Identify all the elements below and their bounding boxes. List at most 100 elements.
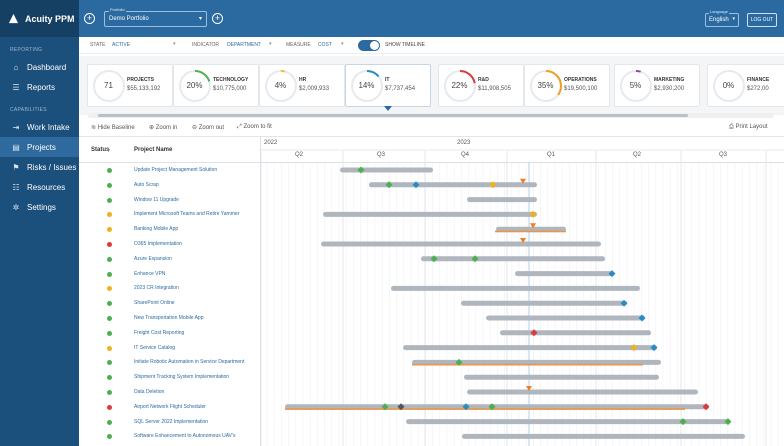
- sidebar-item-dashboard[interactable]: ⌂ Dashboard: [0, 57, 79, 77]
- portfolio-label: Portfolio: [109, 7, 126, 12]
- project-name-link[interactable]: Data Deletion: [134, 389, 164, 395]
- add-portfolio-button[interactable]: +: [84, 13, 95, 24]
- kpi-percent: 14%: [358, 81, 375, 90]
- quarter-label: Q1: [546, 152, 556, 158]
- state-select[interactable]: ACTIVE: [112, 42, 130, 48]
- project-name-link[interactable]: Shipment Tracking System Implementation: [134, 374, 229, 380]
- gantt-bar[interactable]: [369, 182, 537, 188]
- fit-icon: ⤢: [237, 124, 242, 130]
- gantt-bar[interactable]: [467, 389, 698, 395]
- gantt-bar[interactable]: [323, 211, 537, 217]
- project-name-link[interactable]: Azure Expansion: [134, 256, 172, 262]
- baseline-bar: [285, 408, 685, 410]
- indicator-select[interactable]: DEPARTMENT: [227, 42, 261, 48]
- measure-label: MEASURE: [286, 42, 311, 48]
- sidebar-item-settings[interactable]: ✲ Settings: [0, 197, 79, 217]
- new-item-button[interactable]: +: [212, 13, 223, 24]
- gantt-bar[interactable]: [500, 330, 651, 336]
- kpi-card-technology[interactable]: 20% TECHNOLOGY $10,775,000: [173, 64, 259, 107]
- gantt-bar[interactable]: [340, 167, 433, 173]
- quarter-label: Q4: [460, 152, 470, 158]
- gantt-bar[interactable]: [486, 315, 645, 321]
- project-name-link[interactable]: Freight Cost Reporting: [134, 330, 184, 336]
- status-dot: [107, 330, 112, 336]
- risks-icon: ⚑: [12, 162, 20, 172]
- hide-baseline-button[interactable]: ≋ Hide Baseline: [91, 124, 135, 131]
- gantt-bar[interactable]: [403, 345, 657, 351]
- zoom-out-button[interactable]: ⊖ Zoom out: [192, 124, 224, 131]
- project-name-link[interactable]: New Transportation Mobile App: [134, 315, 203, 321]
- portfolio-select[interactable]: Portfolio Demo Portfolio ▾: [104, 7, 207, 27]
- gantt-bar[interactable]: [464, 374, 659, 380]
- chevron-down-icon: ▾: [173, 41, 176, 47]
- kpi-name: PROJECTS: [127, 77, 154, 83]
- language-select[interactable]: Language English ▾: [705, 9, 739, 27]
- app-name: Acuity PPM: [25, 13, 75, 24]
- project-name-link[interactable]: Airport Network Flight Scheduler: [134, 404, 206, 410]
- year-label: 2022: [264, 140, 278, 146]
- indicator-label: INDICATOR: [192, 42, 220, 48]
- sidebar-item-work-intake[interactable]: ⇥ Work Intake: [0, 117, 79, 137]
- kpi-card-hr[interactable]: 4% HR $2,009,933: [259, 64, 345, 107]
- language-label: Language: [709, 9, 729, 14]
- print-layout-button[interactable]: ⎙ Print Layout: [729, 124, 768, 131]
- gantt-bar[interactable]: [462, 433, 745, 439]
- project-name-link[interactable]: Banking Mobile App: [134, 226, 178, 232]
- kpi-card-marketing[interactable]: 5% MARKETING $2,930,200: [614, 64, 700, 107]
- filter-bar: STATE ACTIVE ▾ INDICATOR DEPARTMENT ▾ ME…: [79, 37, 784, 54]
- kpi-percent: 71: [104, 81, 113, 90]
- gantt-bar[interactable]: [461, 300, 627, 306]
- status-dot: [107, 360, 112, 366]
- sidebar-item-risks-issues[interactable]: ⚑ Risks / Issues: [0, 157, 79, 177]
- logout-button[interactable]: LOG OUT: [747, 13, 777, 27]
- project-name-link[interactable]: 2023 CR Integration: [134, 285, 179, 291]
- project-name-link[interactable]: SharePoint Online: [134, 300, 175, 306]
- kpi-amount: $10,775,000: [213, 86, 247, 92]
- kpi-card-operations[interactable]: 35% OPERATIONS $19,500,100: [524, 64, 610, 107]
- print-icon: ⎙: [729, 124, 734, 130]
- gantt-bar[interactable]: [515, 271, 613, 277]
- kpi-card-it[interactable]: 14% IT $7,737,454: [345, 64, 431, 111]
- intake-icon: ⇥: [12, 122, 20, 132]
- sidebar-item-resources[interactable]: ☷ Resources: [0, 177, 79, 197]
- resources-icon: ☷: [12, 182, 20, 192]
- project-name-link[interactable]: SQL Server 2022 Implementation: [134, 419, 208, 425]
- kpi-name: TECHNOLOGY: [213, 77, 249, 83]
- measure-select[interactable]: COST: [318, 42, 332, 48]
- gantt-bar[interactable]: [467, 197, 537, 203]
- sidebar-item-projects[interactable]: ▤ Projects: [0, 137, 79, 157]
- kpi-card-projects[interactable]: 71 PROJECTS $55,133,192: [87, 64, 173, 107]
- gantt-bar[interactable]: [321, 241, 601, 247]
- brand[interactable]: Acuity PPM: [0, 0, 79, 37]
- kpi-name: FINANCE: [747, 77, 770, 83]
- project-name-link[interactable]: Window 11 Upgrade: [134, 197, 179, 203]
- kpi-amount: $2,009,933: [299, 86, 330, 92]
- show-timeline-label: SHOW TIMELINE: [385, 42, 425, 48]
- kpi-card-finance[interactable]: 0% FINANCE $272,00: [707, 64, 784, 107]
- gantt-bar[interactable]: [391, 285, 640, 291]
- kpi-scrollbar[interactable]: [88, 113, 774, 118]
- kpi-name: HR: [299, 77, 307, 83]
- gantt-bar[interactable]: [421, 256, 605, 262]
- sort-icon[interactable]: ▿: [107, 147, 110, 154]
- project-name-link[interactable]: Initiate Robotic Automation in Service D…: [134, 359, 244, 365]
- scrollbar-thumb[interactable]: [98, 114, 688, 117]
- show-timeline-toggle[interactable]: [358, 40, 380, 51]
- project-name-link[interactable]: O365 Implementation: [134, 241, 182, 247]
- project-name-link[interactable]: Software Enhancement to Autonomous UAV's: [134, 433, 235, 439]
- sidebar-item-label: Dashboard: [27, 62, 67, 72]
- project-name-column-header[interactable]: Project Name: [134, 147, 172, 153]
- selected-indicator: [384, 106, 392, 111]
- project-name-link[interactable]: Auto Scrap: [134, 182, 159, 188]
- kpi-card-r-d[interactable]: 22% R&D $11,908,505: [438, 64, 524, 107]
- project-name-link[interactable]: Update Project Management Solution: [134, 167, 217, 173]
- zoom-in-button[interactable]: ⊕ Zoom in: [149, 124, 177, 131]
- sidebar-item-label: Reports: [27, 82, 56, 92]
- status-dot: [107, 301, 112, 307]
- project-name-link[interactable]: Enhance VPN: [134, 271, 165, 277]
- chevron-down-icon: ▾: [341, 41, 344, 47]
- project-name-link[interactable]: IT Service Catalog: [134, 345, 175, 351]
- sidebar-item-reports[interactable]: ☰ Reports: [0, 77, 79, 97]
- project-name-link[interactable]: Implement Microsoft Teams and Retire Yam…: [134, 211, 239, 217]
- zoom-to-fit-button[interactable]: ⤢ Zoom to fit: [237, 124, 272, 131]
